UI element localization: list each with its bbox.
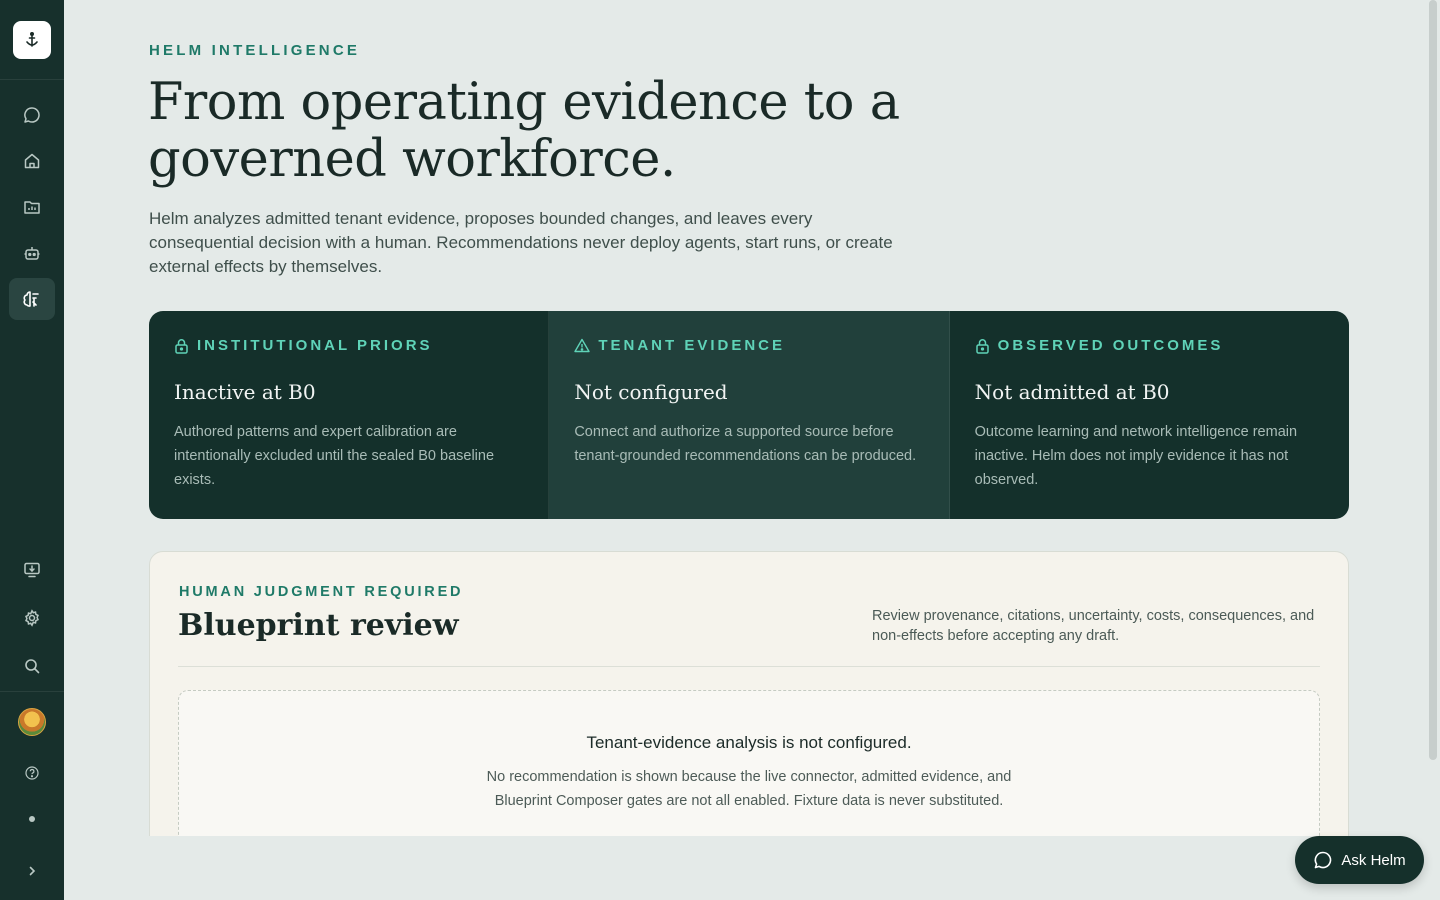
ask-helm-label: Ask Helm: [1341, 851, 1406, 869]
page-bottom: [64, 836, 1440, 900]
lock-icon: [975, 338, 989, 354]
monitor-download-icon: [24, 562, 40, 578]
anchor-icon: [26, 31, 38, 47]
nav-install[interactable]: [9, 549, 55, 591]
help-icon: [25, 766, 39, 780]
nav-settings[interactable]: [9, 597, 55, 639]
robot-icon: [24, 247, 40, 260]
main-content: HELM INTELLIGENCE From operating evidenc…: [64, 0, 1440, 900]
search-icon: [25, 659, 40, 674]
page-eyebrow: HELM INTELLIGENCE: [149, 42, 361, 59]
folder-chart-icon: [24, 201, 40, 214]
avatar[interactable]: [18, 708, 46, 736]
empty-state: Tenant-evidence analysis is not configur…: [178, 690, 1320, 850]
chat-icon: [24, 107, 40, 123]
logo-area: [0, 0, 64, 80]
review-note: Review provenance, citations, uncertaint…: [872, 608, 1315, 644]
sidebar: [0, 0, 64, 900]
expand-sidebar-button[interactable]: [9, 850, 55, 892]
lock-icon: [175, 338, 188, 354]
card-label-row: OBSERVED OUTCOMES: [975, 337, 1324, 354]
home-icon: [24, 153, 40, 169]
empty-state-body: No recommendation is shown because the l…: [486, 769, 1012, 809]
warning-icon: [574, 338, 591, 353]
scrollbar[interactable]: [1429, 0, 1437, 760]
card-title: Not configured: [574, 380, 728, 404]
card-title: Inactive at B0: [174, 380, 316, 404]
nav-home[interactable]: [9, 140, 55, 182]
review-eyebrow: HUMAN JUDGMENT REQUIRED: [179, 584, 464, 600]
card-tenant-evidence: TENANT EVIDENCE Not configured Connect a…: [549, 311, 950, 519]
card-label-row: INSTITUTIONAL PRIORS: [174, 337, 523, 354]
empty-state-title: Tenant-evidence analysis is not configur…: [586, 733, 912, 752]
ask-helm-button[interactable]: Ask Helm: [1295, 836, 1424, 884]
nav-intelligence[interactable]: [9, 278, 55, 320]
blueprint-review-panel: HUMAN JUDGMENT REQUIRED Blueprint review…: [149, 551, 1349, 851]
page-description: Helm analyzes admitted tenant evidence, …: [149, 209, 893, 276]
status-dot: [29, 816, 35, 822]
evidence-status-cards: INSTITUTIONAL PRIORS Inactive at B0 Auth…: [149, 311, 1349, 519]
divider: [178, 666, 1320, 667]
nav-chat[interactable]: [9, 94, 55, 136]
nav-reports[interactable]: [9, 186, 55, 228]
card-observed-outcomes: OBSERVED OUTCOMES Not admitted at B0 Out…: [950, 311, 1349, 519]
page-title: From operating evidence to a governed wo…: [148, 73, 900, 189]
card-body: Authored patterns and expert calibration…: [174, 424, 495, 488]
card-body: Connect and authorize a supported source…: [574, 424, 917, 464]
chat-icon: [1314, 851, 1332, 869]
sidebar-divider: [0, 691, 64, 692]
card-label: OBSERVED OUTCOMES: [997, 337, 1224, 354]
card-label: INSTITUTIONAL PRIORS: [197, 337, 433, 354]
review-title: Blueprint review: [178, 608, 459, 643]
logo[interactable]: [13, 20, 51, 59]
card-institutional-priors: INSTITUTIONAL PRIORS Inactive at B0 Auth…: [149, 311, 550, 519]
card-title: Not admitted at B0: [974, 380, 1170, 404]
nav-help[interactable]: [9, 752, 55, 794]
nav-agents[interactable]: [9, 232, 55, 274]
brain-icon: [23, 291, 39, 307]
nav-bottom: [9, 549, 55, 687]
card-label: TENANT EVIDENCE: [598, 337, 786, 354]
nav-search[interactable]: [9, 645, 55, 687]
card-label-row: TENANT EVIDENCE: [574, 337, 923, 354]
card-body: Outcome learning and network intelligenc…: [974, 424, 1298, 488]
chevron-right-icon: [29, 866, 36, 876]
gear-icon: [25, 609, 39, 627]
nav-top: [9, 94, 55, 320]
